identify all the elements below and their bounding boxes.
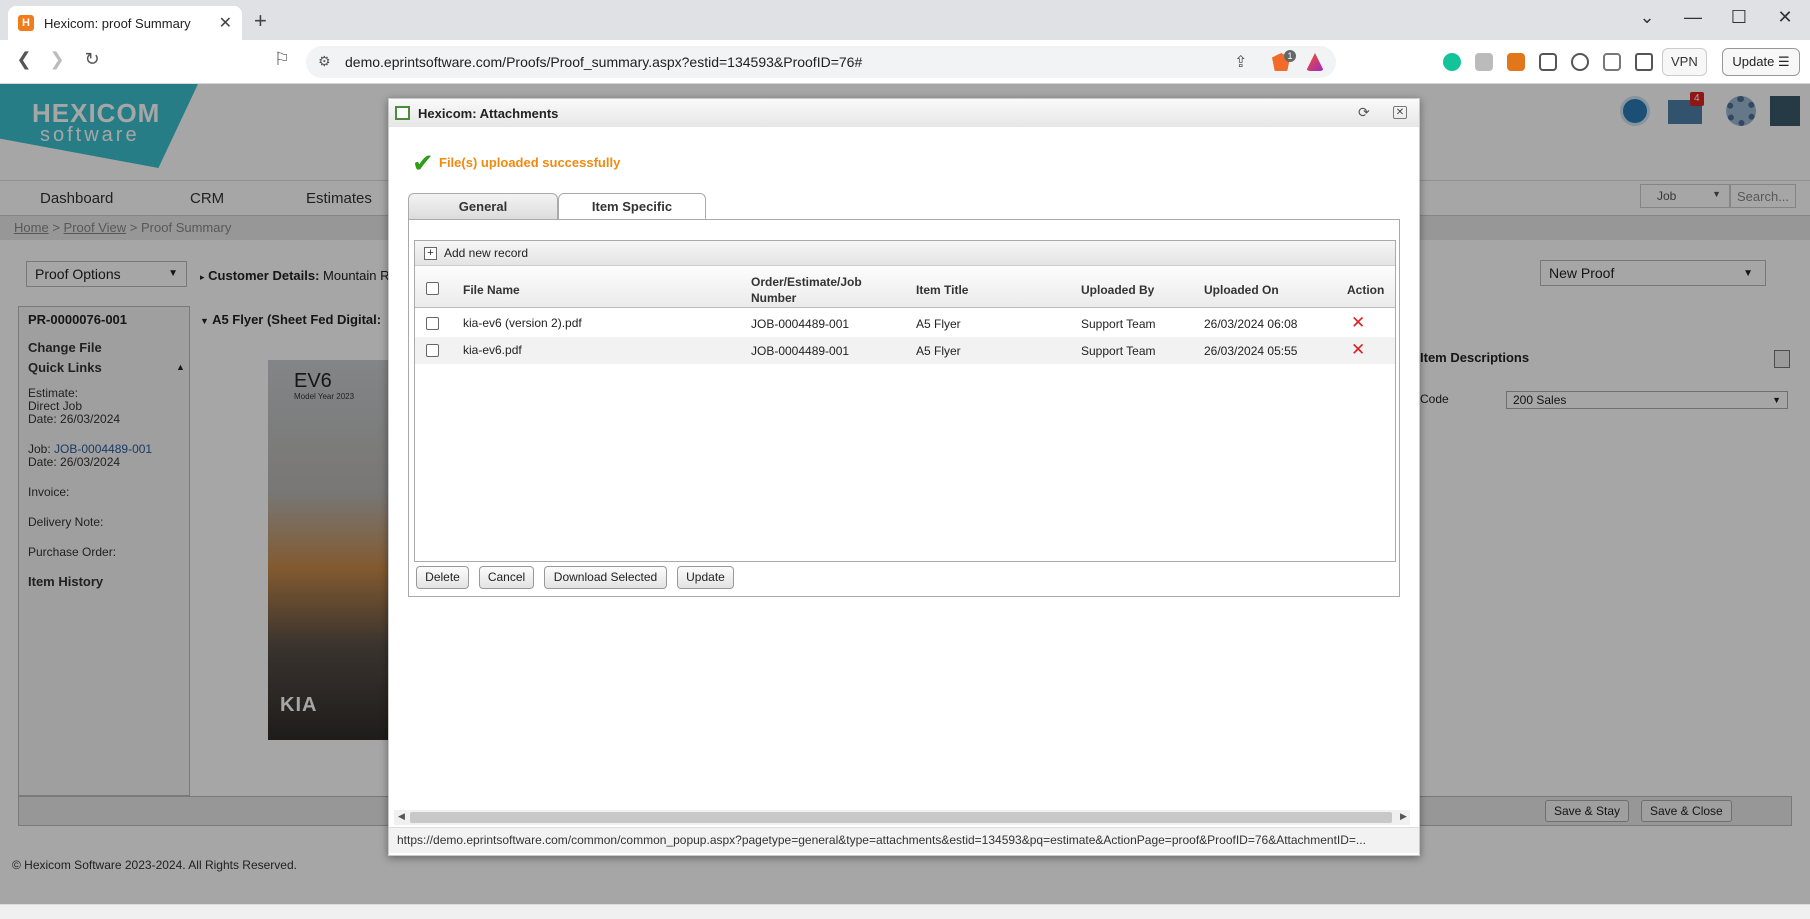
refresh-icon[interactable]: ⟳ [1358,104,1370,121]
window-close-icon[interactable]: ✕ [1762,4,1808,30]
favicon-icon: H [18,15,34,31]
column-header-action: Action [1347,283,1385,297]
row-checkbox[interactable] [426,317,439,330]
metamask-icon[interactable] [1507,53,1525,71]
close-icon[interactable]: ✕ [219,13,232,33]
browser-update-button[interactable]: Update ☰ [1722,48,1800,76]
file-name-cell[interactable]: kia-ev6.pdf [463,343,522,357]
tab-general[interactable]: General [408,193,558,219]
back-icon[interactable]: ❮ [12,49,36,70]
column-header-number[interactable]: Order/Estimate/Job Number [751,274,871,306]
modal-title: Hexicom: Attachments [418,106,559,121]
new-tab-icon[interactable]: + [254,8,267,34]
forward-icon[interactable]: ❯ [45,49,69,70]
browser-tab[interactable]: H Hexicom: proof Summary ✕ [8,6,242,40]
search-lens-icon[interactable] [1571,53,1589,71]
row-checkbox[interactable] [426,344,439,357]
wallet-icon[interactable] [1539,53,1557,71]
update-button[interactable]: Update [677,566,734,589]
extension-icon[interactable] [1475,53,1493,71]
page-horizontal-scrollbar[interactable] [0,904,1810,919]
success-message: File(s) uploaded successfully [439,155,621,170]
uploaded-by-cell: Support Team [1081,317,1156,331]
uploaded-on-cell: 26/03/2024 05:55 [1204,344,1298,358]
share-icon[interactable]: ⇪ [1234,52,1247,72]
browser-tab-strip [0,0,1810,40]
add-new-record-button[interactable]: Add new record [444,246,528,260]
item-title-cell: A5 Flyer [916,344,961,358]
column-header-uploaded-on[interactable]: Uploaded On [1204,283,1279,297]
vpn-button[interactable]: VPN [1662,48,1707,76]
column-header-item-title[interactable]: Item Title [916,283,968,297]
scrollbar-thumb[interactable] [410,812,1392,823]
add-icon[interactable]: + [424,247,437,260]
maximize-icon[interactable]: ☐ [1716,4,1762,30]
window-icon [395,106,410,120]
update-label: Update [1732,54,1775,69]
delete-button[interactable]: Delete [416,566,469,589]
grid-toolbar [415,241,1395,266]
extension-badge: 1 [1284,50,1296,62]
scroll-left-icon[interactable]: ◀ [398,811,405,822]
tab-title: Hexicom: proof Summary [44,15,191,31]
grammarly-icon[interactable] [1443,53,1461,71]
cancel-button[interactable]: Cancel [479,566,534,589]
column-header-uploaded-by[interactable]: Uploaded By [1081,283,1154,297]
delete-icon[interactable]: ✕ [1351,340,1365,360]
select-all-checkbox[interactable] [426,282,439,295]
download-selected-button[interactable]: Download Selected [544,566,667,589]
tab-item-specific[interactable]: Item Specific [558,193,706,220]
scroll-right-icon[interactable]: ▶ [1400,811,1407,822]
reload-icon[interactable]: ↻ [80,49,104,70]
checkmark-icon: ✔ [412,148,434,178]
delete-icon[interactable]: ✕ [1351,313,1365,333]
minimize-icon[interactable]: ⌄ [1624,4,1670,30]
minimize-icon[interactable]: — [1670,4,1716,30]
puzzle-icon[interactable] [1603,53,1621,71]
bookmark-icon[interactable]: ⚐ [270,49,294,70]
status-url: https://demo.eprintsoftware.com/common/c… [397,833,1366,847]
number-cell: JOB-0004489-001 [751,317,850,331]
column-header-file-name[interactable]: File Name [463,283,520,297]
number-cell: JOB-0004489-001 [751,344,850,358]
url-text[interactable]: demo.eprintsoftware.com/Proofs/Proof_sum… [345,54,862,70]
item-title-cell: A5 Flyer [916,317,961,331]
menu-icon: ☰ [1777,54,1790,69]
site-info-icon[interactable]: ⚙ [318,53,331,70]
close-icon[interactable]: ✕ [1393,106,1407,119]
uploaded-on-cell: 26/03/2024 06:08 [1204,317,1298,331]
file-name-cell[interactable]: kia-ev6 (version 2).pdf [463,316,582,330]
uploaded-by-cell: Support Team [1081,344,1156,358]
wallet-icon[interactable] [1635,53,1653,71]
